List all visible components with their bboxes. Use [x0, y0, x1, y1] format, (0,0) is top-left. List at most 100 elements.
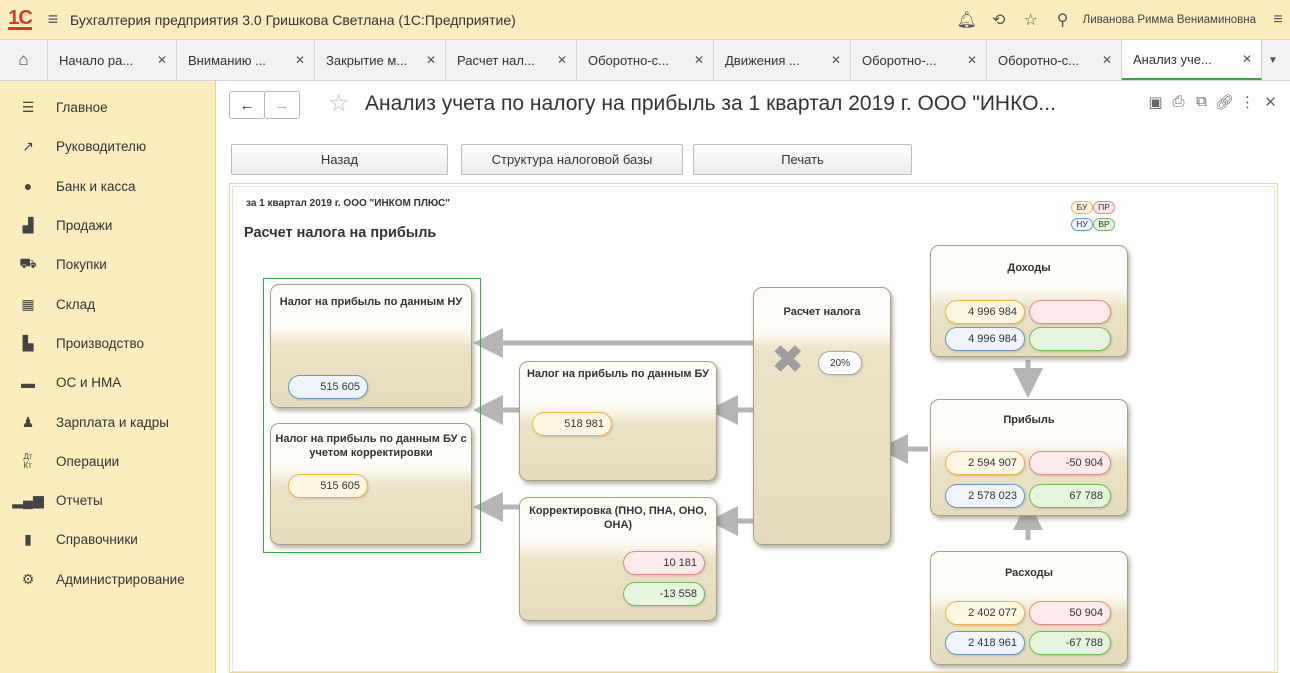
- value-bu[interactable]: 2 402 077: [945, 601, 1025, 625]
- close-icon[interactable]: ✕: [1102, 53, 1112, 67]
- sidebar-item-salary[interactable]: ♟ Зарплата и кадры: [0, 402, 215, 441]
- bell-icon[interactable]: 🔔︎: [951, 10, 983, 30]
- tab-analysis[interactable]: Анализ уче... ✕: [1122, 40, 1262, 80]
- tab-label: Оборотно-...: [862, 52, 937, 68]
- more-actions-icon[interactable]: ⋮: [1236, 93, 1259, 111]
- close-icon[interactable]: ✕: [557, 53, 567, 67]
- box-title: Корректировка (ПНО, ПНА, ОНО, ОНА): [529, 505, 707, 531]
- value-bu[interactable]: 515 605: [288, 474, 368, 498]
- sidebar-item-reports[interactable]: ▂▄▆ Отчеты: [0, 481, 215, 520]
- sidebar-item-main[interactable]: ☰ Главное: [0, 88, 215, 127]
- page-title: Анализ учета по налогу на прибыль за 1 к…: [365, 92, 1056, 115]
- tab-tax-calc[interactable]: Расчет нал... ✕: [446, 40, 577, 80]
- sidebar-item-assets[interactable]: ▬ ОС и НМА: [0, 363, 215, 402]
- value-pr[interactable]: [1029, 300, 1111, 324]
- app-title: Бухгалтерия предприятия 3.0 Гришкова Све…: [70, 11, 516, 28]
- value-vr[interactable]: -13 558: [623, 582, 705, 606]
- dt-kt-icon: Дт Кт: [23, 452, 33, 471]
- value-pr[interactable]: 10 181: [623, 551, 705, 575]
- history-icon[interactable]: ⟲: [983, 10, 1015, 30]
- sidebar-item-operations[interactable]: Дт Кт Операции: [0, 442, 215, 481]
- print-button[interactable]: Печать: [693, 144, 912, 175]
- sidebar-item-sales[interactable]: ▟ Продажи: [0, 206, 215, 245]
- sidebar-item-admin[interactable]: ⚙ Администрирование: [0, 560, 215, 599]
- close-icon[interactable]: ✕: [1242, 52, 1252, 66]
- forward-arrow-icon[interactable]: →: [264, 91, 300, 119]
- home-icon[interactable]: ⌂: [0, 40, 48, 80]
- value-vr[interactable]: 67 788: [1029, 484, 1111, 508]
- tab-turnover-1[interactable]: Оборотно-с... ✕: [577, 40, 714, 80]
- sidebar-item-production[interactable]: ▙ Производство: [0, 324, 215, 363]
- link-icon[interactable]: 🔗︎: [1213, 93, 1236, 111]
- sidebar-item-warehouse[interactable]: ▦ Склад: [0, 284, 215, 323]
- box-profit[interactable]: Прибыль 2 594 907 -50 904 2 578 023 67 7…: [930, 399, 1128, 516]
- tabs-dropdown-icon[interactable]: ▼: [1262, 40, 1284, 80]
- value-nu[interactable]: 4 996 984: [945, 327, 1025, 351]
- tab-movements[interactable]: Движения ... ✕: [714, 40, 851, 80]
- tax-rate[interactable]: 20%: [818, 351, 862, 375]
- favorite-star-icon[interactable]: ☆: [328, 89, 350, 118]
- sidebar-item-manager[interactable]: ↗ Руководителю: [0, 127, 215, 166]
- user-name[interactable]: Ливанова Римма Вениаминовна: [1083, 14, 1256, 26]
- report-canvas: за 1 квартал 2019 г. ООО "ИНКОМ ПЛЮС" Ра…: [232, 186, 1275, 672]
- box-tax-bu-adjusted[interactable]: Налог на прибыль по данным БУ с учетом к…: [270, 423, 472, 545]
- sidebar-item-label: Отчеты: [56, 493, 103, 509]
- tab-turnover-3[interactable]: Оборотно-с... ✕: [987, 40, 1122, 80]
- box-tax-calculation[interactable]: Расчет налога ✖ 20%: [753, 287, 891, 545]
- box-tax-nu[interactable]: Налог на прибыль по данным НУ 515 605: [270, 284, 472, 408]
- box-title: Доходы: [1007, 262, 1051, 274]
- back-button[interactable]: Назад: [231, 144, 448, 175]
- close-icon[interactable]: ✕: [694, 53, 704, 67]
- sidebar-item-bank[interactable]: ● Банк и касса: [0, 167, 215, 206]
- close-icon[interactable]: ✕: [831, 53, 841, 67]
- box-title: Прибыль: [1003, 414, 1055, 426]
- main-menu-icon[interactable]: ≡: [40, 0, 66, 40]
- sidebar-item-purchases[interactable]: ⛟ Покупки: [0, 245, 215, 284]
- tab-month-closing[interactable]: Закрытие м... ✕: [315, 40, 446, 80]
- box-title: Налог на прибыль по данным БУ с учетом к…: [275, 433, 467, 459]
- value-nu[interactable]: 2 578 023: [945, 484, 1025, 508]
- book-icon: ▮: [24, 531, 32, 548]
- box-expenses[interactable]: Расходы 2 402 077 50 904 2 418 961 -67 7…: [930, 551, 1128, 665]
- close-icon[interactable]: ✕: [295, 53, 305, 67]
- warehouse-icon: ▦: [21, 295, 35, 312]
- value-vr[interactable]: [1029, 327, 1111, 351]
- box-income[interactable]: Доходы 4 996 984 4 996 984: [930, 245, 1128, 357]
- search-icon[interactable]: ⚲: [1047, 10, 1079, 30]
- tab-turnover-2[interactable]: Оборотно-... ✕: [851, 40, 987, 80]
- multiply-icon: ✖: [771, 338, 805, 382]
- box-tax-bu[interactable]: Налог на прибыль по данным БУ 518 981: [519, 361, 717, 481]
- print-icon[interactable]: ⎙: [1167, 93, 1190, 111]
- favorites-star-icon[interactable]: ☆: [1015, 10, 1047, 30]
- tab-label: Расчет нал...: [457, 52, 535, 68]
- close-icon[interactable]: ✕: [426, 53, 436, 67]
- preview-icon[interactable]: ⧉: [1190, 93, 1213, 111]
- sidebar-item-label: Операции: [56, 453, 120, 469]
- close-icon[interactable]: ✕: [967, 53, 977, 67]
- value-pr[interactable]: 50 904: [1029, 601, 1111, 625]
- 1c-logo-icon: 1С: [8, 6, 33, 30]
- close-icon[interactable]: ✕: [1259, 93, 1282, 111]
- value-bu[interactable]: 2 594 907: [945, 451, 1025, 475]
- sidebar-item-label: Руководителю: [56, 139, 147, 155]
- value-bu[interactable]: 4 996 984: [945, 300, 1025, 324]
- sidebar-item-label: Зарплата и кадры: [56, 414, 169, 430]
- sidebar-item-label: Склад: [56, 296, 96, 312]
- back-arrow-icon[interactable]: ←: [229, 91, 265, 119]
- tab-label: Оборотно-с...: [998, 52, 1079, 68]
- sidebar-item-catalogs[interactable]: ▮ Справочники: [0, 520, 215, 559]
- value-bu[interactable]: 518 981: [532, 412, 612, 436]
- value-pr[interactable]: -50 904: [1029, 451, 1111, 475]
- box-adjustment[interactable]: Корректировка (ПНО, ПНА, ОНО, ОНА) 10 18…: [519, 497, 717, 621]
- tab-label: Движения ...: [725, 52, 800, 68]
- settings-menu-icon[interactable]: ≡: [1266, 11, 1290, 29]
- value-vr[interactable]: -67 788: [1029, 631, 1111, 655]
- save-icon[interactable]: ▣: [1144, 93, 1167, 111]
- value-nu[interactable]: 515 605: [288, 375, 368, 399]
- tab-attention[interactable]: Вниманию ... ✕: [177, 40, 315, 80]
- tax-base-structure-button[interactable]: Структура налоговой базы: [461, 144, 683, 175]
- tab-start[interactable]: Начало ра... ✕: [48, 40, 177, 80]
- close-icon[interactable]: ✕: [157, 53, 167, 67]
- value-nu[interactable]: 2 418 961: [945, 631, 1025, 655]
- person-icon: ♟: [21, 413, 35, 430]
